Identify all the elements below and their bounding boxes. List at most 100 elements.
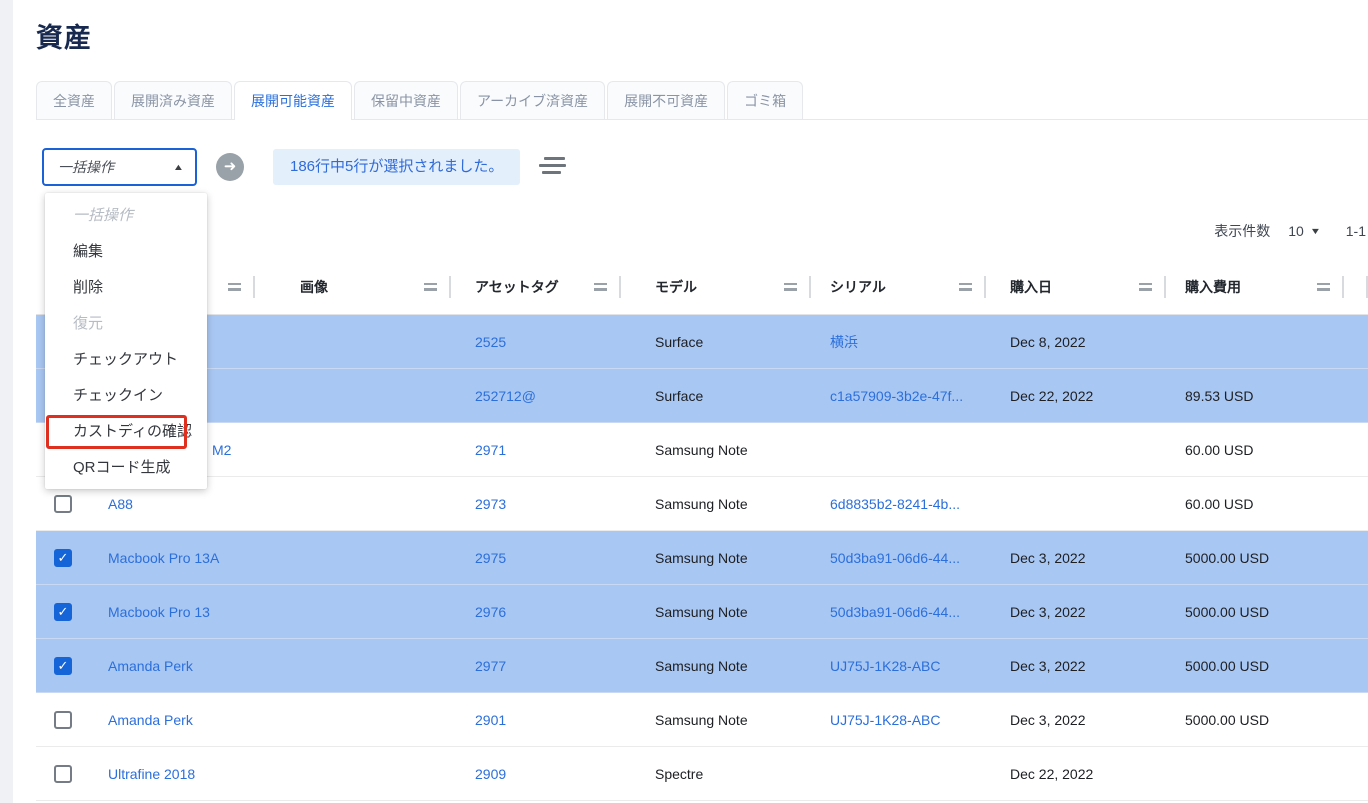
row-extra-cell — [1344, 585, 1368, 638]
asset-tag-link[interactable]: 252712@ — [475, 388, 536, 404]
table-row-7[interactable]: Amanda Perk 2901 Samsung Note UJ75J-1K28-AB… — [36, 693, 1368, 747]
column-header-cost[interactable]: 購入費用 — [1166, 259, 1344, 314]
purchase-date-cell: Dec 22, 2022 — [986, 747, 1166, 800]
asset-tag-cell: 2976 — [451, 585, 621, 638]
asset-tabs: 全資産展開済み資産展開可能資産保留中資産アーカイブ済資産展開不可資産ゴミ箱 — [36, 81, 1368, 120]
asset-serial-link[interactable]: 50d3ba91-06d6-44... — [830, 604, 960, 620]
tab-0[interactable]: 全資産 — [36, 81, 112, 120]
asset-tag-link[interactable]: 2975 — [475, 550, 506, 566]
pagination-range: 1-1 — [1346, 223, 1366, 239]
chevron-up-icon: ▲ — [173, 162, 185, 172]
row-extra-cell — [1344, 477, 1368, 530]
asset-name-link[interactable]: M2 — [212, 442, 231, 458]
menu-item-6[interactable]: カストディの確認 — [45, 414, 207, 450]
asset-name-link[interactable]: Ultrafine 2018 — [108, 766, 195, 782]
column-filter-icon[interactable] — [424, 280, 437, 294]
table-row-3[interactable]: A882973Samsung Note6d8835b2-8241-4b...60… — [36, 477, 1368, 531]
asset-tag-link[interactable]: 2977 — [475, 658, 506, 674]
menu-item-5[interactable]: チェックイン — [45, 378, 207, 414]
row-checkbox[interactable]: ✓ — [54, 549, 72, 567]
asset-model-cell: Samsung Note — [621, 693, 811, 746]
purchase-date-cell — [986, 423, 1166, 476]
column-header-date[interactable]: 購入日 — [986, 259, 1166, 314]
table-row-1[interactable]: ✓252712@Surfacec1a57909-3b2e-47f...Dec 2… — [36, 369, 1368, 423]
purchase-date-cell: Dec 22, 2022 — [986, 369, 1166, 422]
asset-serial-cell: UJ75J-1K28-ABC — [811, 639, 986, 692]
asset-tag-cell: 2977 — [451, 639, 621, 692]
column-label-date: 購入日 — [1010, 277, 1139, 297]
row-checkbox[interactable] — [54, 495, 72, 513]
bulk-actions-select[interactable]: 一括操作 ▲ — [42, 148, 197, 186]
table-row-5[interactable]: ✓Macbook Pro 132976Samsung Note50d3ba91-… — [36, 585, 1368, 639]
column-filter-icon[interactable] — [784, 280, 797, 294]
asset-name-link[interactable]: Amanda Perk — [108, 658, 193, 674]
table-row-4[interactable]: ✓Macbook Pro 13A2975Samsung Note50d3ba91… — [36, 531, 1368, 585]
table-header: 画像 アセットタグ モデルシリアル 購入日 購入費用 — [36, 259, 1368, 315]
tab-3[interactable]: 保留中資産 — [354, 81, 458, 120]
asset-name-link[interactable]: Amanda Perk — [108, 712, 193, 728]
menu-item-0: 一括操作 — [45, 198, 207, 234]
column-header-tag[interactable]: アセットタグ — [451, 259, 621, 314]
page-size-select[interactable]: 10 ▼ — [1288, 223, 1320, 239]
menu-item-4[interactable]: チェックアウト — [45, 342, 207, 378]
asset-serial-link[interactable]: 50d3ba91-06d6-44... — [830, 550, 960, 566]
column-header-image[interactable]: 画像 — [255, 259, 451, 314]
bulk-actions-menu: 一括操作編集削除復元チェックアウトチェックインカストディの確認QRコード生成 — [45, 193, 207, 489]
purchase-date-cell: Dec 3, 2022 — [986, 585, 1166, 638]
asset-serial-cell — [811, 747, 986, 800]
row-extra-cell — [1344, 747, 1368, 800]
tab-2[interactable]: 展開可能資産 — [234, 81, 352, 120]
column-label-tag: アセットタグ — [475, 277, 594, 297]
row-checkbox[interactable]: ✓ — [54, 603, 72, 621]
column-filter-icon[interactable] — [1139, 280, 1152, 294]
asset-tag-link[interactable]: 2525 — [475, 334, 506, 350]
pagination-bar: 表示件数 10 ▼ 1-1 — [36, 218, 1368, 244]
asset-tag-link[interactable]: 2976 — [475, 604, 506, 620]
asset-tag-link[interactable]: 2971 — [475, 442, 506, 458]
column-filter-icon[interactable] — [959, 280, 972, 294]
column-filter-icon[interactable] — [1317, 280, 1330, 294]
table-row-6[interactable]: ✓Amanda Perk2977Samsung NoteUJ75J-1K28-A… — [36, 639, 1368, 693]
bulk-actions-value: 一括操作 — [58, 157, 114, 177]
tab-5[interactable]: 展開不可資産 — [607, 81, 725, 120]
row-checkbox[interactable]: ✓ — [54, 657, 72, 675]
asset-serial-link[interactable]: 6d8835b2-8241-4b... — [830, 496, 960, 512]
purchase-date-cell: Dec 3, 2022 — [986, 639, 1166, 692]
asset-serial-cell: UJ75J-1K28-ABC — [811, 693, 986, 746]
asset-tag-link[interactable]: 2909 — [475, 766, 506, 782]
row-checkbox[interactable] — [54, 711, 72, 729]
menu-item-7[interactable]: QRコード生成 — [45, 450, 207, 486]
menu-item-1[interactable]: 編集 — [45, 234, 207, 270]
asset-serial-link[interactable]: UJ75J-1K28-ABC — [830, 658, 941, 674]
sidebar-edge — [0, 0, 13, 803]
column-header-serial[interactable]: シリアル — [811, 259, 986, 314]
asset-serial-link[interactable]: UJ75J-1K28-ABC — [830, 712, 941, 728]
asset-tag-link[interactable]: 2901 — [475, 712, 506, 728]
tab-4[interactable]: アーカイブ済資産 — [460, 81, 605, 120]
tab-6[interactable]: ゴミ箱 — [727, 81, 803, 120]
asset-serial-link[interactable]: c1a57909-3b2e-47f... — [830, 388, 963, 404]
asset-serial-link[interactable]: 横浜 — [830, 332, 858, 352]
column-filter-icon[interactable] — [228, 280, 241, 294]
asset-serial-cell: 50d3ba91-06d6-44... — [811, 531, 986, 584]
go-button[interactable]: ➜ — [216, 153, 244, 181]
row-checkbox[interactable] — [54, 765, 72, 783]
tab-content-panel: 一括操作 ▲ ➜ 186行中5行が選択されました。 表示件数 10 ▼ 1-1 … — [36, 120, 1368, 801]
asset-name-link[interactable]: Macbook Pro 13 — [108, 604, 210, 620]
asset-tag-cell: 2971 — [451, 423, 621, 476]
asset-tag-cell: 2975 — [451, 531, 621, 584]
asset-name-link[interactable]: Macbook Pro 13A — [108, 550, 219, 566]
asset-name-link[interactable]: A88 — [108, 496, 133, 512]
assets-page: 資産 全資産展開済み資産展開可能資産保留中資産アーカイブ済資産展開不可資産ゴミ箱… — [36, 0, 1368, 801]
column-filter-icon[interactable] — [594, 280, 607, 294]
asset-model-cell: Samsung Note — [621, 423, 811, 476]
table-row-8[interactable]: Ultrafine 20182909SpectreDec 22, 2022 — [36, 747, 1368, 801]
menu-item-2[interactable]: 削除 — [45, 270, 207, 306]
table-row-0[interactable]: ✓2525Surface横浜Dec 8, 2022 — [36, 315, 1368, 369]
asset-image-cell — [255, 531, 451, 584]
tab-1[interactable]: 展開済み資産 — [114, 81, 232, 120]
filter-icon[interactable] — [538, 157, 566, 178]
asset-tag-link[interactable]: 2973 — [475, 496, 506, 512]
table-row-2[interactable]: M22971Samsung Note60.00 USD — [36, 423, 1368, 477]
column-header-model[interactable]: モデル — [621, 259, 811, 314]
